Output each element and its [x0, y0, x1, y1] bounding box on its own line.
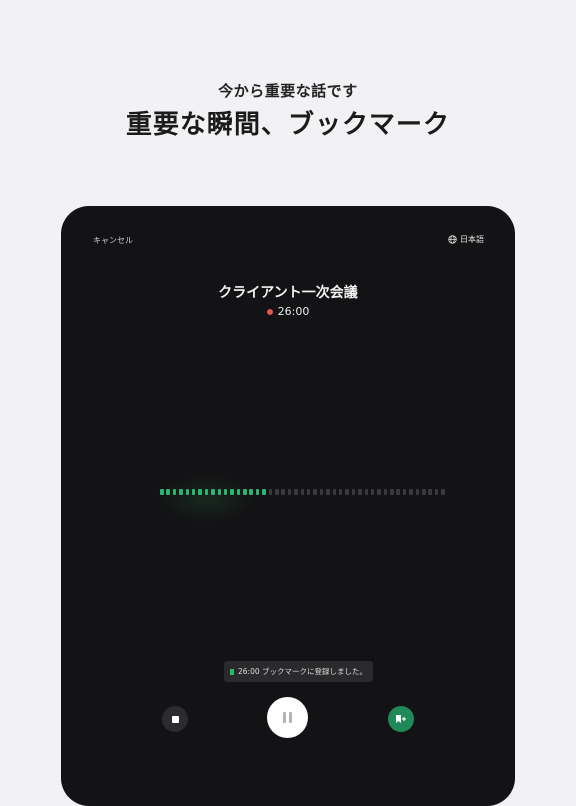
waveform-bar-inactive — [345, 489, 349, 495]
waveform-bar-active — [223, 489, 228, 495]
waveform-bar-active — [204, 489, 209, 495]
waveform-glow — [156, 474, 256, 524]
waveform-bar-active — [172, 489, 177, 495]
waveform-bar-inactive — [396, 489, 400, 495]
stop-button[interactable] — [162, 706, 188, 732]
elapsed-time: 26:00 — [277, 305, 310, 318]
waveform-bar-inactive — [370, 489, 375, 495]
waveform-bar-active — [179, 489, 183, 495]
waveform-bar-inactive — [409, 489, 413, 495]
stop-icon — [171, 715, 179, 723]
waveform-bar-inactive — [434, 489, 439, 495]
waveform-bar-inactive — [294, 489, 298, 495]
waveform-bar-inactive — [275, 489, 279, 495]
waveform-bar-inactive — [332, 489, 337, 495]
waveform-bar-inactive — [351, 489, 356, 495]
waveform-bar-inactive — [358, 489, 362, 495]
waveform-bar-active — [243, 489, 247, 495]
audio-waveform — [160, 489, 445, 495]
waveform-bar-inactive — [364, 489, 368, 495]
language-label: 日本語 — [460, 235, 484, 244]
waveform-bar-inactive — [268, 489, 273, 495]
waveform-bar-active — [211, 489, 215, 495]
waveform-bar-active — [217, 489, 222, 495]
waveform-bar-inactive — [390, 489, 394, 495]
pause-button[interactable] — [267, 697, 308, 738]
waveform-bar-active — [249, 489, 253, 495]
toast-text: 26:00 ブックマークに登録しました。 — [238, 667, 367, 676]
promo-title: 重要な瞬間、ブックマーク — [125, 110, 450, 140]
waveform-bar-active — [185, 489, 190, 495]
waveform-bar-inactive — [428, 489, 432, 495]
bookmark-toast: 26:00 ブックマークに登録しました。 — [224, 661, 373, 682]
promo-subtitle: 今から重要な話です — [218, 82, 358, 100]
waveform-bar-active — [191, 489, 196, 495]
waveform-bar-active — [255, 489, 260, 495]
globe-icon — [448, 235, 457, 244]
waveform-bar-inactive — [319, 489, 324, 495]
waveform-bar-inactive — [326, 489, 330, 495]
pause-icon — [289, 712, 292, 723]
waveform-bar-active — [236, 489, 241, 495]
recording-title: クライアント一次会議 — [218, 285, 358, 301]
waveform-bar-inactive — [281, 489, 285, 495]
bookmark-icon — [230, 668, 234, 675]
waveform-bar-inactive — [415, 489, 420, 495]
recorder-panel: キャンセル 日本語 クライアント一次会議 26:00 26:00 ブックマークに… — [61, 206, 515, 806]
waveform-bar-inactive — [313, 489, 317, 495]
waveform-bar-inactive — [383, 489, 388, 495]
cancel-button[interactable]: キャンセル — [93, 235, 133, 246]
waveform-bar-active — [166, 489, 170, 495]
waveform-bar-active — [160, 489, 164, 495]
waveform-bar-active — [198, 489, 202, 495]
language-selector[interactable]: 日本語 — [448, 234, 484, 245]
waveform-bar-inactive — [306, 489, 311, 495]
add-bookmark-button[interactable] — [388, 706, 414, 732]
pause-icon — [283, 712, 286, 723]
waveform-bar-inactive — [300, 489, 305, 495]
waveform-bar-inactive — [377, 489, 381, 495]
recording-timer: 26:00 — [61, 305, 515, 318]
bookmark-add-icon — [396, 715, 406, 723]
waveform-bar-inactive — [402, 489, 407, 495]
recording-dot-icon — [266, 308, 273, 315]
waveform-bar-active — [230, 489, 234, 495]
waveform-bar-inactive — [422, 489, 426, 495]
waveform-bar-inactive — [441, 489, 445, 495]
waveform-bar-inactive — [338, 489, 343, 495]
waveform-bar-inactive — [287, 489, 292, 495]
waveform-bar-active — [262, 489, 266, 495]
